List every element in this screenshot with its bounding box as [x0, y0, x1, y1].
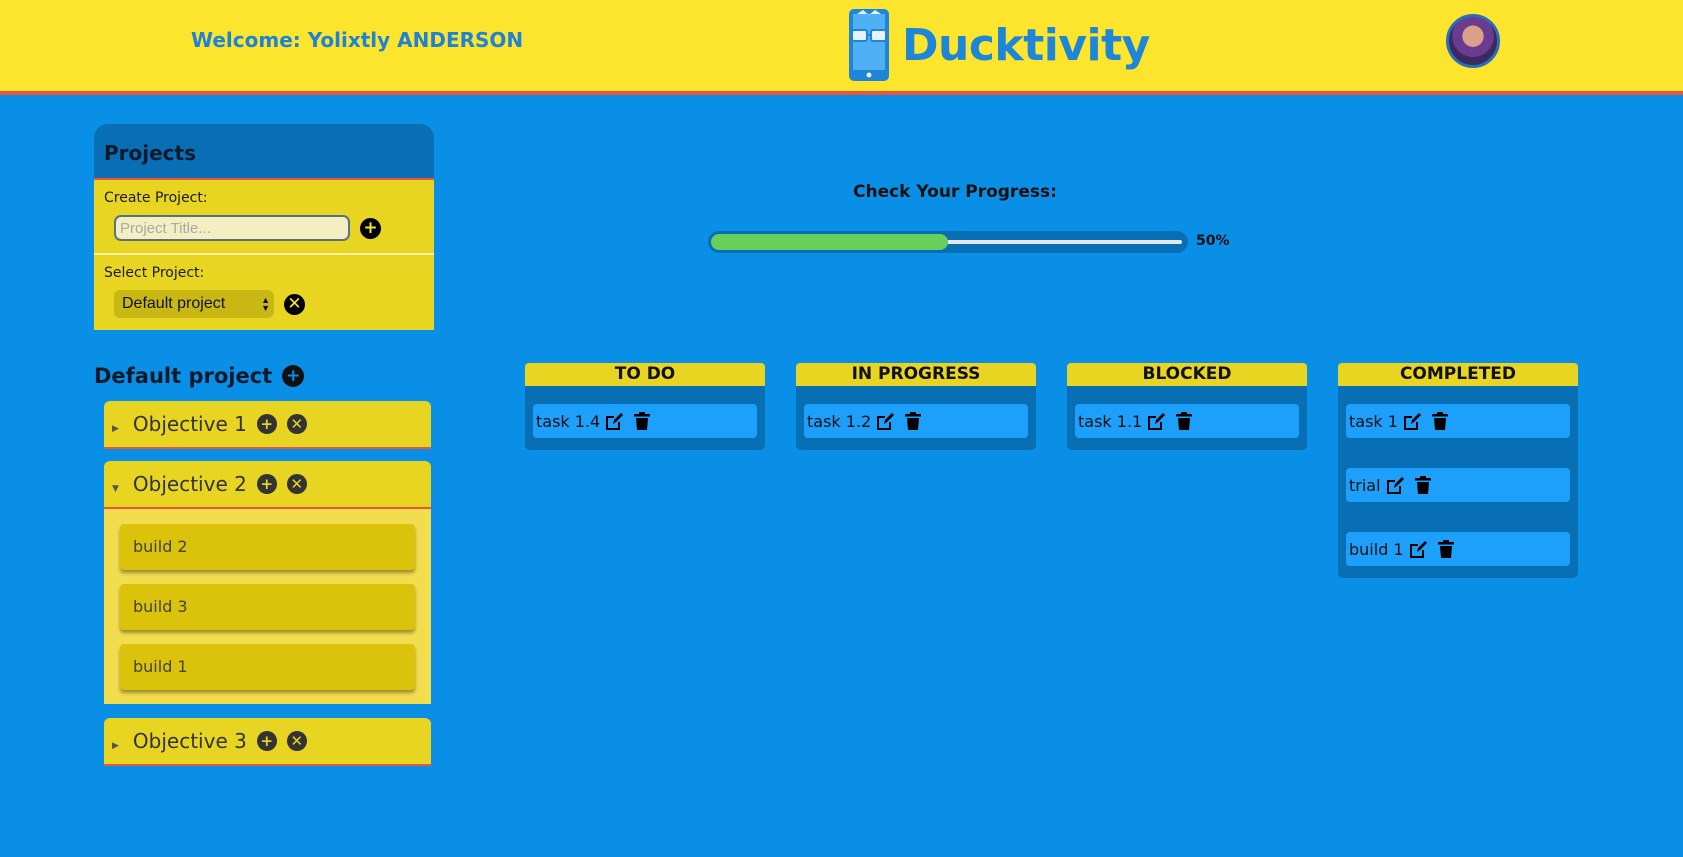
- build-item[interactable]: build 1: [120, 644, 415, 690]
- duck-phone-logo-icon: [849, 9, 889, 81]
- trash-icon[interactable]: [1175, 411, 1193, 431]
- trash-icon[interactable]: [1437, 539, 1455, 559]
- column-completed: COMPLETED task 1 trial build 1: [1338, 363, 1578, 578]
- objective-label: Objective 1: [132, 412, 247, 436]
- trash-icon[interactable]: [1414, 475, 1432, 495]
- delete-project-icon[interactable]: ✕: [284, 293, 305, 315]
- trash-icon[interactable]: [633, 411, 651, 431]
- edit-icon[interactable]: [1409, 539, 1427, 559]
- delete-objective-icon[interactable]: ✕: [286, 414, 307, 434]
- objective-item: ▶ Objective 1 + ✕: [104, 401, 431, 449]
- objective-builds: build 2 build 3 build 1: [104, 509, 431, 704]
- objective-header[interactable]: ▼ Objective 2 + ✕: [104, 461, 431, 509]
- trash-icon[interactable]: [1431, 411, 1449, 431]
- task-card[interactable]: task 1.1: [1075, 404, 1299, 438]
- task-card[interactable]: build 1: [1346, 532, 1570, 566]
- edit-icon[interactable]: [1386, 475, 1404, 495]
- caret-right-icon[interactable]: ▶: [112, 741, 119, 751]
- app-logo[interactable]: Ducktivity: [848, 8, 1150, 82]
- edit-icon[interactable]: [1403, 411, 1421, 431]
- project-select[interactable]: Default project ▲ ▼: [114, 290, 274, 318]
- objective-header[interactable]: ▶ Objective 1 + ✕: [104, 401, 431, 449]
- task-label: build 1: [1349, 539, 1404, 559]
- task-label: task 1.4: [536, 411, 601, 431]
- edit-icon[interactable]: [876, 411, 895, 431]
- task-card[interactable]: task 1.2: [804, 404, 1028, 438]
- objective-item: ▶ Objective 3 + ✕: [104, 718, 431, 766]
- current-project-title: Default project +: [94, 364, 305, 388]
- task-label: task 1: [1349, 411, 1398, 431]
- objective-label: Objective 3: [132, 729, 247, 753]
- add-build-icon[interactable]: +: [256, 474, 277, 494]
- add-objective-icon[interactable]: +: [282, 365, 305, 387]
- delete-objective-icon[interactable]: ✕: [286, 731, 307, 751]
- add-build-icon[interactable]: +: [256, 731, 277, 751]
- column-in-progress: IN PROGRESS task 1.2: [796, 363, 1036, 450]
- progress-percent: 50%: [1196, 233, 1230, 249]
- objective-label: Objective 2: [132, 472, 247, 496]
- task-label: task 1.1: [1078, 411, 1143, 431]
- add-build-icon[interactable]: +: [256, 414, 277, 434]
- trash-icon[interactable]: [904, 411, 922, 431]
- projects-panel: Projects Create Project: + Select Projec…: [94, 124, 434, 330]
- build-item[interactable]: build 2: [120, 524, 415, 570]
- progress-label: Check Your Progress:: [853, 182, 1057, 202]
- add-project-icon[interactable]: +: [360, 217, 381, 239]
- edit-icon[interactable]: [1147, 411, 1166, 431]
- projects-title: Projects: [94, 124, 434, 180]
- welcome-text: Welcome: Yolixtly ANDERSON: [191, 28, 524, 52]
- current-project-name: Default project: [94, 364, 273, 388]
- column-todo: TO DO task 1.4: [525, 363, 765, 450]
- project-title-input[interactable]: [114, 215, 350, 241]
- select-arrows-icon: ▲ ▼: [261, 295, 270, 313]
- select-project-section: Select Project: Default project ▲ ▼ ✕: [94, 253, 434, 330]
- caret-right-icon[interactable]: ▶: [112, 424, 119, 434]
- delete-objective-icon[interactable]: ✕: [286, 474, 307, 494]
- objective-header[interactable]: ▶ Objective 3 + ✕: [104, 718, 431, 766]
- app-name: Ducktivity: [902, 19, 1150, 71]
- column-blocked: BLOCKED task 1.1: [1067, 363, 1307, 450]
- column-title: COMPLETED: [1338, 363, 1578, 386]
- task-label: trial: [1349, 475, 1381, 495]
- column-title: TO DO: [525, 363, 765, 386]
- task-card[interactable]: trial: [1346, 468, 1570, 502]
- objective-item: ▼ Objective 2 + ✕ build 2 build 3 build …: [104, 461, 431, 704]
- edit-icon[interactable]: [605, 411, 624, 431]
- column-title: IN PROGRESS: [796, 363, 1036, 386]
- select-project-label: Select Project:: [104, 265, 205, 281]
- task-card[interactable]: task 1: [1346, 404, 1570, 438]
- project-select-value: Default project: [122, 295, 226, 312]
- user-avatar[interactable]: [1446, 14, 1500, 68]
- progress-fill: [711, 234, 948, 250]
- progress-bar: [708, 231, 1188, 253]
- caret-down-icon[interactable]: ▼: [112, 484, 119, 494]
- build-item[interactable]: build 3: [120, 584, 415, 630]
- app-header: Welcome: Yolixtly ANDERSON Ducktivity: [0, 0, 1683, 95]
- create-project-label: Create Project:: [104, 190, 208, 206]
- task-label: task 1.2: [807, 411, 872, 431]
- create-project-section: Create Project: +: [94, 180, 434, 253]
- column-title: BLOCKED: [1067, 363, 1307, 386]
- task-card[interactable]: task 1.4: [533, 404, 757, 438]
